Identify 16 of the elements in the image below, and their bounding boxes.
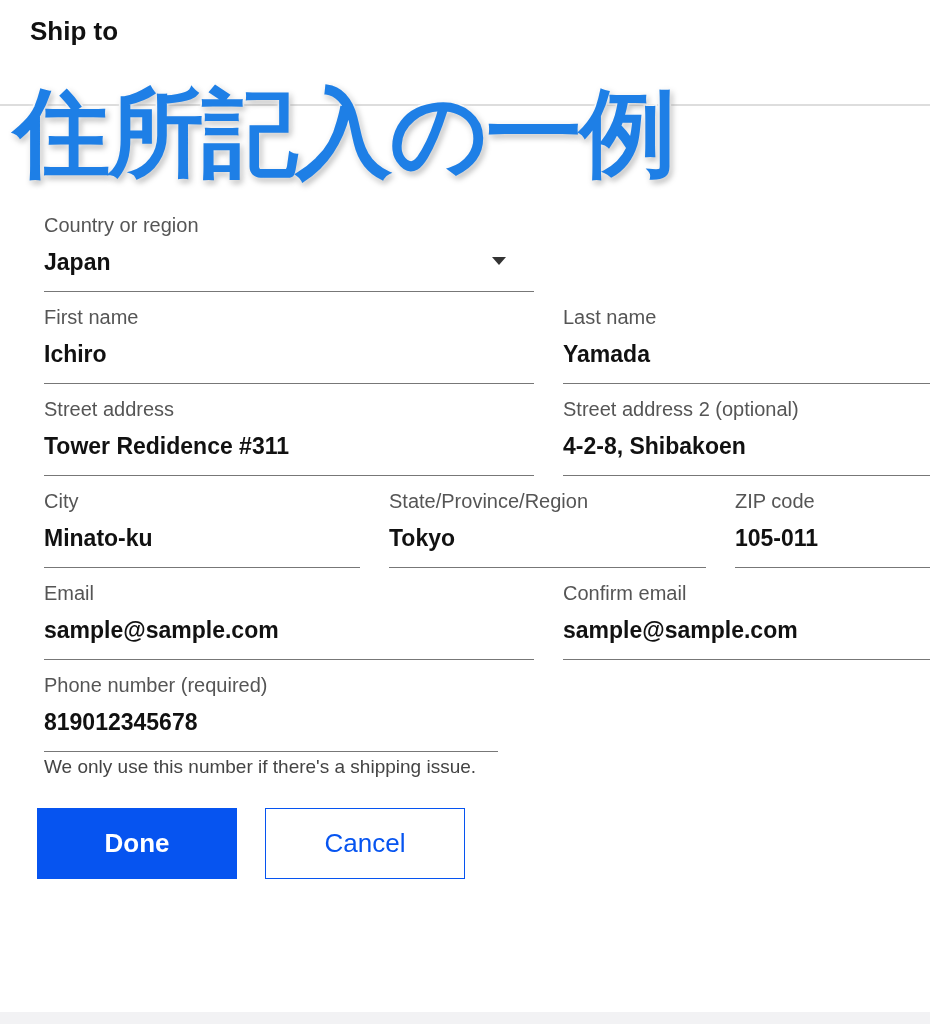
input-field[interactable]: Street address 2 (optional) 4-2-8, Shibakoen — [563, 396, 930, 476]
input-field[interactable]: Street address Tower Redidence #311 — [44, 396, 534, 476]
input-field[interactable]: State/Province/Region Tokyo — [389, 488, 706, 568]
helper-text: We only use this number if there's a shipping issue. — [44, 756, 478, 778]
input-field[interactable]: City Minato-ku — [44, 488, 360, 568]
cancel-button[interactable]: Cancel — [265, 808, 465, 879]
done-button[interactable]: Done — [37, 808, 237, 879]
input-field[interactable]: Phone number (required) 819012345678 — [44, 672, 498, 752]
dialog-title: Ship to — [30, 16, 119, 47]
input-field[interactable]: Last name Yamada — [563, 304, 930, 384]
input-field[interactable]: Email sample@sample.com — [44, 580, 534, 660]
caret-icon — [492, 257, 506, 265]
input-field[interactable]: ZIP code 105-011 — [735, 488, 930, 568]
input-field[interactable]: Confirm email sample@sample.com — [563, 580, 930, 660]
input-field[interactable]: Country or region Japan — [44, 212, 534, 292]
input-field[interactable]: First name Ichiro — [44, 304, 534, 384]
